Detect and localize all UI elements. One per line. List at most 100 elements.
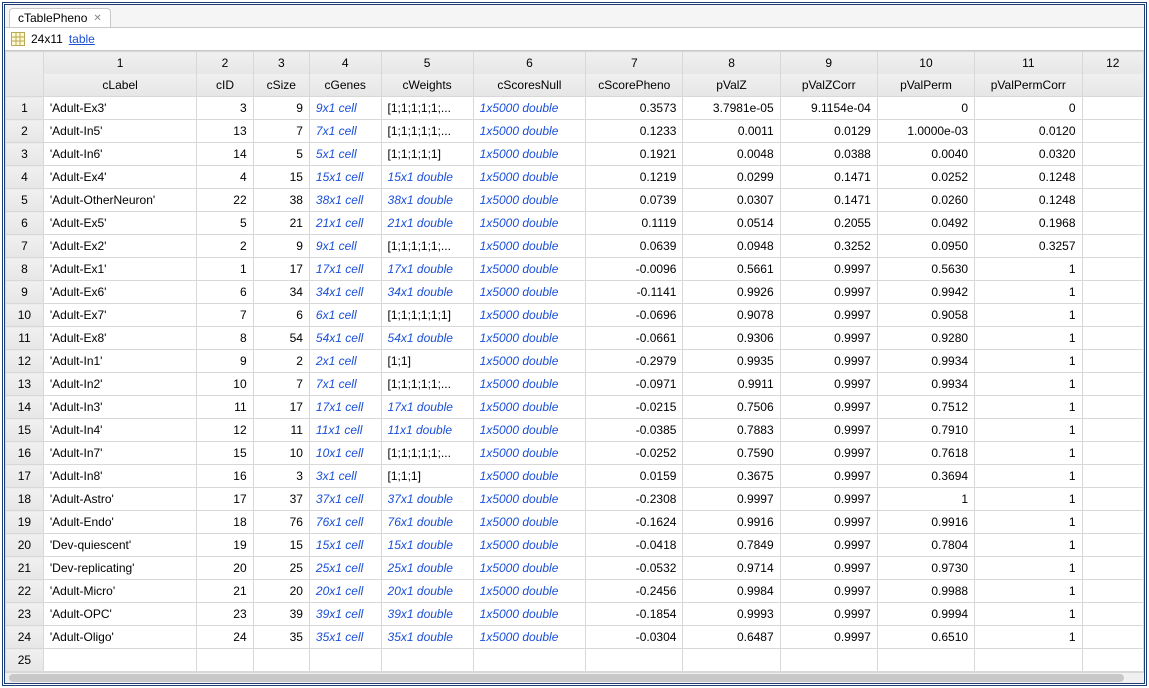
cell[interactable]: 1 bbox=[975, 396, 1082, 419]
cell-link[interactable]: 1x5000 double bbox=[480, 607, 559, 621]
cell[interactable]: 0.9988 bbox=[877, 580, 974, 603]
cell[interactable]: 20x1 cell bbox=[309, 580, 381, 603]
cell[interactable]: 0.5661 bbox=[683, 258, 780, 281]
cell[interactable]: 0.0950 bbox=[877, 235, 974, 258]
col-name[interactable]: cSize bbox=[253, 74, 309, 97]
cell[interactable]: 'Adult-In3' bbox=[43, 396, 197, 419]
cell[interactable]: 0.2055 bbox=[780, 212, 877, 235]
table-row[interactable]: 8'Adult-Ex1'11717x1 cell17x1 double1x500… bbox=[6, 258, 1144, 281]
cell[interactable]: 1x5000 double bbox=[473, 580, 586, 603]
cell-link[interactable]: 1x5000 double bbox=[480, 124, 559, 138]
cell[interactable]: 7 bbox=[253, 120, 309, 143]
cell[interactable]: 1 bbox=[975, 304, 1082, 327]
cell[interactable]: 0.0320 bbox=[975, 143, 1082, 166]
cell[interactable]: -0.0304 bbox=[586, 626, 683, 649]
cell[interactable]: 'Adult-Endo' bbox=[43, 511, 197, 534]
cell[interactable] bbox=[43, 649, 197, 672]
cell[interactable]: 'Adult-Oligo' bbox=[43, 626, 197, 649]
cell[interactable]: 9.1154e-04 bbox=[780, 97, 877, 120]
table-row[interactable]: 10'Adult-Ex7'766x1 cell[1;1;1;1;1;1]1x50… bbox=[6, 304, 1144, 327]
cell[interactable]: -0.0532 bbox=[586, 557, 683, 580]
cell[interactable] bbox=[381, 649, 473, 672]
cell[interactable]: -0.2308 bbox=[586, 488, 683, 511]
cell[interactable]: 76x1 cell bbox=[309, 511, 381, 534]
cell[interactable]: 23 bbox=[197, 603, 253, 626]
cell[interactable]: 37x1 cell bbox=[309, 488, 381, 511]
cell[interactable]: [1;1;1;1;1;1] bbox=[381, 304, 473, 327]
cell[interactable]: 0.7849 bbox=[683, 534, 780, 557]
table-row[interactable]: 3'Adult-In6'1455x1 cell[1;1;1;1;1]1x5000… bbox=[6, 143, 1144, 166]
table-row[interactable]: 13'Adult-In2'1077x1 cell[1;1;1;1;1;...1x… bbox=[6, 373, 1144, 396]
table-row[interactable]: 14'Adult-In3'111717x1 cell17x1 double1x5… bbox=[6, 396, 1144, 419]
cell-link[interactable]: 2x1 cell bbox=[316, 354, 357, 368]
cell[interactable] bbox=[473, 649, 586, 672]
row-number[interactable]: 23 bbox=[6, 603, 44, 626]
row-number[interactable]: 12 bbox=[6, 350, 44, 373]
cell[interactable]: 1.0000e-03 bbox=[877, 120, 974, 143]
row-number[interactable]: 24 bbox=[6, 626, 44, 649]
col-num[interactable]: 4 bbox=[309, 52, 381, 75]
cell[interactable]: 13 bbox=[197, 120, 253, 143]
cell[interactable]: 1x5000 double bbox=[473, 327, 586, 350]
cell[interactable]: 0.0514 bbox=[683, 212, 780, 235]
cell[interactable] bbox=[1082, 649, 1143, 672]
row-number[interactable]: 14 bbox=[6, 396, 44, 419]
cell[interactable]: 0.6510 bbox=[877, 626, 974, 649]
cell[interactable]: 1x5000 double bbox=[473, 281, 586, 304]
close-icon[interactable]: ✕ bbox=[93, 13, 101, 24]
cell[interactable]: 0.0948 bbox=[683, 235, 780, 258]
cell[interactable] bbox=[1082, 212, 1143, 235]
cell[interactable]: 3 bbox=[197, 97, 253, 120]
col-name[interactable]: cScorePheno bbox=[586, 74, 683, 97]
cell-link[interactable]: 5x1 cell bbox=[316, 147, 357, 161]
row-number[interactable]: 3 bbox=[6, 143, 44, 166]
cell-link[interactable]: 21x1 cell bbox=[316, 216, 363, 230]
cell[interactable]: 76 bbox=[253, 511, 309, 534]
cell[interactable]: 0.9984 bbox=[683, 580, 780, 603]
cell-link[interactable]: 1x5000 double bbox=[480, 584, 559, 598]
col-name[interactable]: pValZCorr bbox=[780, 74, 877, 97]
col-num[interactable]: 11 bbox=[975, 52, 1082, 75]
cell[interactable]: 2 bbox=[253, 350, 309, 373]
cell[interactable]: -0.1854 bbox=[586, 603, 683, 626]
cell[interactable]: 1 bbox=[877, 488, 974, 511]
cell-link[interactable]: 20x1 double bbox=[388, 584, 453, 598]
cell[interactable]: 25 bbox=[253, 557, 309, 580]
cell[interactable]: 'Adult-In7' bbox=[43, 442, 197, 465]
cell[interactable]: 14 bbox=[197, 143, 253, 166]
cell[interactable]: 10 bbox=[197, 373, 253, 396]
cell[interactable]: 1x5000 double bbox=[473, 373, 586, 396]
col-num[interactable]: 3 bbox=[253, 52, 309, 75]
cell[interactable] bbox=[1082, 626, 1143, 649]
col-num[interactable]: 10 bbox=[877, 52, 974, 75]
cell-link[interactable]: 1x5000 double bbox=[480, 262, 559, 276]
table-row[interactable]: 4'Adult-Ex4'41515x1 cell15x1 double1x500… bbox=[6, 166, 1144, 189]
cell[interactable]: 37 bbox=[253, 488, 309, 511]
table-row[interactable]: 16'Adult-In7'151010x1 cell[1;1;1;1;1;...… bbox=[6, 442, 1144, 465]
cell[interactable]: 0.0011 bbox=[683, 120, 780, 143]
row-number[interactable]: 15 bbox=[6, 419, 44, 442]
cell-link[interactable]: 35x1 cell bbox=[316, 630, 363, 644]
row-number[interactable]: 17 bbox=[6, 465, 44, 488]
row-number[interactable]: 13 bbox=[6, 373, 44, 396]
cell[interactable] bbox=[1082, 304, 1143, 327]
cell[interactable]: 0.9714 bbox=[683, 557, 780, 580]
row-number[interactable]: 8 bbox=[6, 258, 44, 281]
scrollbar-thumb[interactable] bbox=[9, 674, 1124, 682]
cell[interactable]: 15x1 double bbox=[381, 166, 473, 189]
cell[interactable]: 15 bbox=[253, 166, 309, 189]
col-num[interactable]: 7 bbox=[586, 52, 683, 75]
cell[interactable] bbox=[1082, 258, 1143, 281]
cell[interactable]: 5 bbox=[197, 212, 253, 235]
cell[interactable]: 7 bbox=[253, 373, 309, 396]
cell[interactable]: 2x1 cell bbox=[309, 350, 381, 373]
row-number[interactable]: 21 bbox=[6, 557, 44, 580]
cell[interactable]: [1;1;1;1;1;... bbox=[381, 97, 473, 120]
cell[interactable]: -0.1141 bbox=[586, 281, 683, 304]
cell[interactable]: [1;1;1;1;1;... bbox=[381, 442, 473, 465]
cell[interactable] bbox=[1082, 442, 1143, 465]
cell[interactable]: 0.9997 bbox=[780, 396, 877, 419]
cell-link[interactable]: 1x5000 double bbox=[480, 101, 559, 115]
cell[interactable]: 'Adult-Ex8' bbox=[43, 327, 197, 350]
col-name[interactable]: cWeights bbox=[381, 74, 473, 97]
